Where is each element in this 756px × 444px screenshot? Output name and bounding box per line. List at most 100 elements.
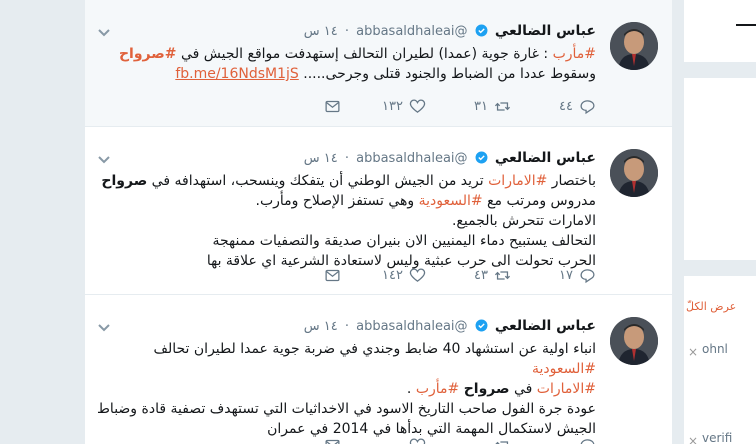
tweet[interactable]: عباس الضالعي @abbasaldhaleai · ١٤ س باخت…	[85, 127, 672, 295]
like-icon	[409, 98, 426, 113]
reply-icon	[580, 268, 595, 283]
tweet-text: انباء اولية عن استشهاد 40 ضابط وجندي في …	[97, 339, 596, 439]
tweet-header: عباس الضالعي @abbasaldhaleai · ١٤ س	[97, 149, 596, 168]
tweet-text-segment: مدروس ومرتب مع	[482, 193, 596, 209]
tweet-header: عباس الضالعي @abbasaldhaleai · ١٤ س	[97, 22, 596, 41]
reply-button[interactable]: ١٧	[511, 267, 596, 284]
reply-count: ١٧	[559, 267, 573, 283]
like-icon	[409, 437, 426, 444]
retweet-icon	[494, 440, 509, 444]
tweet-text-line: مدروس ومرتب مع #السعودية وهي تستفز الإصل…	[97, 191, 597, 211]
tweet-text-line: وسقوط عددا من الضباط والجنود قتلى وجرحى.…	[97, 64, 596, 84]
direct-message-button[interactable]	[324, 267, 341, 284]
tweet-text-segment: .	[406, 381, 416, 397]
avatar[interactable]	[610, 149, 658, 197]
tweet-text-line: الامارات تتحرش بالجميع.	[97, 211, 596, 231]
tweet-text-line: باختصار #الامارات تريد من الجيش الوطني أ…	[97, 171, 596, 191]
author-name[interactable]: عباس الضالعي	[495, 318, 596, 334]
suggestion-handle[interactable]: verifi	[702, 431, 732, 444]
tweet-text-segment: انباء اولية عن استشهاد 40 ضابط وجندي في …	[153, 341, 596, 357]
timeline-feed: عباس الضالعي @abbasaldhaleai · ١٤ س #مأر…	[84, 0, 673, 444]
suggestion-handle[interactable]: ohnl	[702, 342, 728, 356]
tweet-text-bold: صرواح	[463, 381, 510, 397]
hashtag-link[interactable]: #مأرب	[553, 46, 596, 62]
reply-button[interactable]	[511, 437, 596, 444]
reply-button[interactable]: ٤٤	[511, 98, 596, 115]
verified-badge-icon	[475, 319, 488, 332]
like-count: ١٤٢	[382, 267, 403, 283]
separator-dot: ·	[344, 151, 349, 166]
tweet-text-segment: تريد من الجيش الوطني أن يتفكك وينسحب، اس…	[147, 173, 489, 189]
author-name[interactable]: عباس الضالعي	[495, 150, 596, 166]
tweet-text-segment: التحالف يستبيح دماء اليمنيين الان بنيران…	[212, 233, 597, 249]
retweet-button[interactable]: ٤٣	[426, 267, 511, 284]
retweet-button[interactable]	[426, 437, 511, 444]
dismiss-suggestion-button[interactable]: ×	[688, 434, 698, 444]
tweet-header: عباس الضالعي @abbasaldhaleai · ١٤ س	[97, 317, 596, 336]
tweet-text-bold: صرواح	[101, 173, 148, 189]
tweet-link[interactable]: fb.me/16NdsM1jS	[175, 66, 298, 82]
tweet-text-segment: وهي تستفز الإصلاح ومأرب.	[255, 193, 419, 209]
dismiss-suggestion-button[interactable]: ×	[688, 345, 698, 359]
author-name[interactable]: عباس الضالعي	[495, 23, 596, 39]
reply-count: ٤٤	[559, 98, 573, 114]
verified-badge-icon	[475, 24, 488, 37]
avatar[interactable]	[610, 317, 658, 365]
tweet[interactable]: عباس الضالعي @abbasaldhaleai · ١٤ س #مأر…	[85, 0, 672, 127]
tweet-text-segment: عودة جرة الفول صاحب التاريخ الاسود في ال…	[96, 401, 596, 417]
retweet-count: ٤٣	[474, 267, 488, 283]
direct-message-button[interactable]	[324, 98, 341, 115]
retweet-icon	[494, 101, 511, 111]
retweet-icon	[494, 270, 511, 280]
tweet-text-line: #الامارات في صرواح #مأرب .	[97, 379, 596, 399]
tweet-text-segment: وسقوط عددا من الضباط والجنود قتلى وجرحى.…	[298, 66, 596, 82]
like-button[interactable]	[341, 437, 426, 444]
like-button[interactable]: ١٣٢	[341, 98, 426, 115]
author-handle[interactable]: @abbasaldhaleai	[356, 151, 467, 166]
author-handle[interactable]: @abbasaldhaleai	[356, 24, 467, 39]
view-all-link[interactable]: عرض الكلّ	[686, 300, 736, 313]
direct-message-icon	[325, 439, 340, 444]
separator-dot: ·	[344, 319, 349, 334]
verified-badge-icon	[475, 151, 488, 164]
divider	[736, 24, 756, 26]
tweet-text-segment: : غارة جوية (عمدا) لطيران التحالف إستهدف…	[176, 46, 553, 62]
hashtag-link[interactable]: #السعودية	[419, 193, 483, 209]
like-icon	[409, 267, 426, 282]
hashtag-link[interactable]: #الامارات	[537, 381, 596, 397]
tweet-text-line: انباء اولية عن استشهاد 40 ضابط وجندي في …	[97, 339, 596, 379]
retweet-button[interactable]: ٣١	[426, 98, 511, 115]
tweet-text: باختصار #الامارات تريد من الجيش الوطني أ…	[97, 171, 596, 271]
tweet-text-segment: في	[509, 381, 537, 397]
retweet-count: ٣١	[474, 98, 488, 114]
tweet-text-segment: باختصار	[547, 173, 596, 189]
direct-message-button[interactable]	[324, 437, 341, 444]
hashtag-link[interactable]: #السعودية	[532, 361, 596, 377]
tweet-text-segment: الامارات تتحرش بالجميع.	[451, 213, 596, 229]
tweet-timestamp[interactable]: ١٤ س	[304, 151, 338, 166]
tweet-text-line: #مأرب : غارة جوية (عمدا) لطيران التحالف …	[97, 44, 596, 64]
who-to-follow-card: عرض الكلّ × ohnl × verifi	[684, 276, 756, 444]
reply-icon	[580, 438, 595, 444]
tweet-actions: ٤٤ ٣١ ١٣٢	[97, 96, 596, 116]
tweet-actions	[97, 435, 596, 444]
tweet-actions: ١٧ ٤٣ ١٤٢	[97, 265, 596, 285]
like-count: ١٣٢	[382, 98, 403, 114]
tweet-timestamp[interactable]: ١٤ س	[304, 24, 338, 39]
separator-dot: ·	[344, 24, 349, 39]
author-handle[interactable]: @abbasaldhaleai	[356, 319, 467, 334]
direct-message-icon	[325, 269, 340, 281]
like-button[interactable]: ١٤٢	[341, 267, 426, 284]
avatar[interactable]	[610, 22, 658, 70]
tweet-text: #مأرب : غارة جوية (عمدا) لطيران التحالف …	[97, 44, 596, 84]
hashtag-link[interactable]: #الامارات	[488, 173, 547, 189]
reply-icon	[580, 99, 595, 114]
hashtag-link[interactable]: #مأرب	[416, 381, 459, 397]
tweet-text-line: عودة جرة الفول صاحب التاريخ الاسود في ال…	[97, 399, 596, 419]
tweet-text-line: التحالف يستبيح دماء اليمنيين الان بنيران…	[97, 231, 597, 251]
tweet-timestamp[interactable]: ١٤ س	[304, 319, 338, 334]
hashtag-link[interactable]: #صرواح	[119, 46, 177, 62]
sidebar-profile-card	[684, 0, 756, 63]
sidebar-trends-card	[684, 78, 756, 260]
tweet[interactable]: عباس الضالعي @abbasaldhaleai · ١٤ س انبا…	[85, 295, 672, 444]
